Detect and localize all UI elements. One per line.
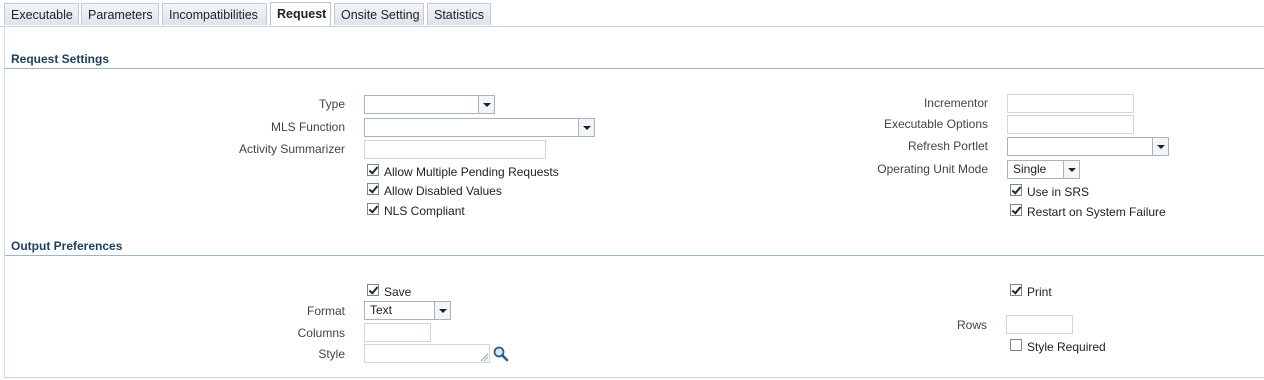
section-divider [5,68,1264,69]
format-value: Text [370,303,393,317]
chevron-down-icon[interactable] [1152,138,1168,155]
tab-bar: Executable Parameters Incompatibilities … [0,0,1264,27]
save-label: Save [384,285,412,299]
allow-multiple-pending-label: Allow Multiple Pending Requests [384,165,559,179]
chevron-down-icon[interactable] [478,96,494,113]
tab-statistics[interactable]: Statistics [427,3,491,25]
columns-label: Columns [297,326,345,340]
incrementor-label: Incrementor [923,96,988,110]
tab-executable[interactable]: Executable [4,3,79,25]
allow-disabled-values-label: Allow Disabled Values [384,184,502,198]
panel-bottom-border [4,377,1264,378]
refresh-portlet-select[interactable] [1007,137,1169,156]
operating-unit-mode-label: Operating Unit Mode [877,162,988,176]
nls-compliant-label: NLS Compliant [384,204,465,218]
style-required-label: Style Required [1027,340,1106,354]
activity-summarizer-label: Activity Summarizer [238,142,345,156]
allow-multiple-pending-checkbox[interactable] [367,164,379,176]
section-title-request-settings: Request Settings [11,52,110,66]
use-in-srs-checkbox[interactable] [1010,184,1022,196]
style-input[interactable] [364,344,490,363]
tab-parameters[interactable]: Parameters [81,3,159,25]
incrementor-input[interactable] [1007,94,1134,113]
type-label: Type [318,97,345,111]
print-checkbox[interactable] [1010,284,1022,296]
panel-left-border [4,26,5,378]
mls-function-select[interactable] [364,118,595,137]
chevron-down-icon[interactable] [578,119,594,136]
print-label: Print [1027,285,1052,299]
operating-unit-mode-value: Single [1013,162,1047,176]
columns-input[interactable] [364,323,431,342]
format-select[interactable]: Text [364,301,451,320]
tab-request[interactable]: Request [270,2,331,26]
tab-onsite-setting[interactable]: Onsite Setting [334,3,424,25]
resize-grip-icon[interactable] [480,353,489,362]
section-title-output-preferences: Output Preferences [11,239,123,253]
chevron-down-icon[interactable] [1063,161,1079,178]
tab-incompatibilities[interactable]: Incompatibilities [162,3,267,25]
style-label: Style [318,347,345,361]
chevron-down-icon[interactable] [434,302,450,319]
executable-options-label: Executable Options [883,117,988,131]
nls-compliant-checkbox[interactable] [367,203,379,215]
rows-input[interactable] [1006,315,1073,334]
search-icon[interactable] [492,345,510,363]
type-select[interactable] [364,95,495,114]
save-checkbox[interactable] [367,284,379,296]
use-in-srs-label: Use in SRS [1027,185,1090,199]
activity-summarizer-input[interactable] [364,140,546,159]
restart-on-failure-checkbox[interactable] [1010,204,1022,216]
refresh-portlet-label: Refresh Portlet [907,139,988,153]
operating-unit-mode-select[interactable]: Single [1007,160,1080,179]
section-divider [5,255,1264,256]
mls-function-label: MLS Function [270,120,345,134]
restart-on-failure-label: Restart on System Failure [1027,205,1166,219]
rows-label: Rows [956,318,987,332]
style-required-checkbox[interactable] [1010,339,1022,351]
allow-disabled-values-checkbox[interactable] [367,183,379,195]
executable-options-input[interactable] [1007,115,1134,134]
format-label: Format [306,304,345,318]
